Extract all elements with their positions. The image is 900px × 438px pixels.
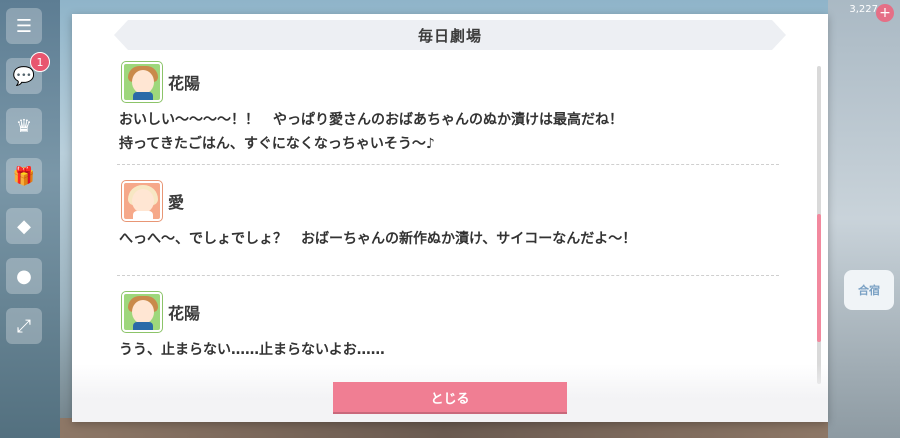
dialogue-entry: 愛 へっへ〜、でしょでしょ？ おばーちゃんの新作ぬか漬け、サイコーなんだよ〜！ [117, 179, 779, 276]
dialogue-line: へっへ〜、でしょでしょ？ おばーちゃんの新作ぬか漬け、サイコーなんだよ〜！ [119, 231, 637, 247]
ai-avatar [122, 181, 162, 221]
news-button[interactable]: 💬 1 [6, 52, 50, 94]
hanayo-avatar [122, 292, 162, 332]
dialog-title-bar: 毎日劇場 [114, 20, 786, 50]
dialog-title: 毎日劇場 [417, 26, 482, 45]
scrollbar-thumb[interactable] [817, 214, 821, 342]
speaker-row: 花陽 [117, 290, 779, 334]
speaker-row: 愛 [117, 179, 779, 223]
hanayo-avatar [122, 62, 162, 102]
daily-theater-dialog: 毎日劇場 花陽 おいしい〜〜〜〜！！ やっぱり愛さんのおばあちゃんのぬか漬けは最… [72, 14, 828, 422]
dialog-content[interactable]: 花陽 おいしい〜〜〜〜！！ やっぱり愛さんのおばあちゃんのぬか漬けは最高だね！ … [117, 60, 779, 360]
speaker-name: 花陽 [168, 304, 201, 323]
fullscreen-button[interactable]: ⤢ [6, 308, 42, 344]
shop-button[interactable]: ◆ [6, 208, 42, 244]
dialogue-entry: 花陽 おいしい〜〜〜〜！！ やっぱり愛さんのおばあちゃんのぬか漬けは最高だね！ … [117, 60, 779, 165]
dialogue-line: おいしい〜〜〜〜！！ やっぱり愛さんのおばあちゃんのぬか漬けは最高だね！ [119, 112, 623, 128]
add-currency-button[interactable]: + [876, 4, 894, 22]
scrollbar[interactable] [817, 66, 821, 384]
gem-icon: ◆ [17, 215, 31, 237]
dialogue-line: うう、止まらない……止まらないよお…… [119, 342, 385, 358]
training-camp-button[interactable]: 合宿 [844, 270, 894, 310]
plus-icon: + [879, 5, 891, 21]
present-button[interactable]: 🎁 [6, 158, 42, 194]
currency-counter: 3,227 [849, 4, 878, 15]
notification-badge: 1 [30, 52, 50, 72]
speaker-name: 花陽 [168, 74, 201, 93]
menu-button[interactable]: ☰ [6, 8, 42, 44]
background-right-panel [828, 0, 900, 438]
gift-icon: 🎁 [12, 165, 36, 187]
event-button[interactable]: ♛ [6, 108, 42, 144]
close-button[interactable]: とじる [333, 382, 567, 412]
dialogue-entry: 花陽 うう、止まらない……止まらないよお…… [117, 290, 779, 360]
speaker-row: 花陽 [117, 60, 779, 104]
speaker-name: 愛 [168, 193, 185, 212]
dialogue-line: 持ってきたごはん、すぐになくなっちゃいそう〜♪ [119, 136, 435, 152]
profile-button[interactable]: ● [6, 258, 42, 294]
hamburger-icon: ☰ [15, 15, 33, 37]
expand-icon: ⤢ [16, 315, 32, 337]
person-icon: ● [16, 265, 32, 287]
side-menu: ☰ 💬 1 ♛ 🎁 ◆ ● ⤢ [6, 8, 50, 358]
event-icon: ♛ [15, 115, 33, 137]
